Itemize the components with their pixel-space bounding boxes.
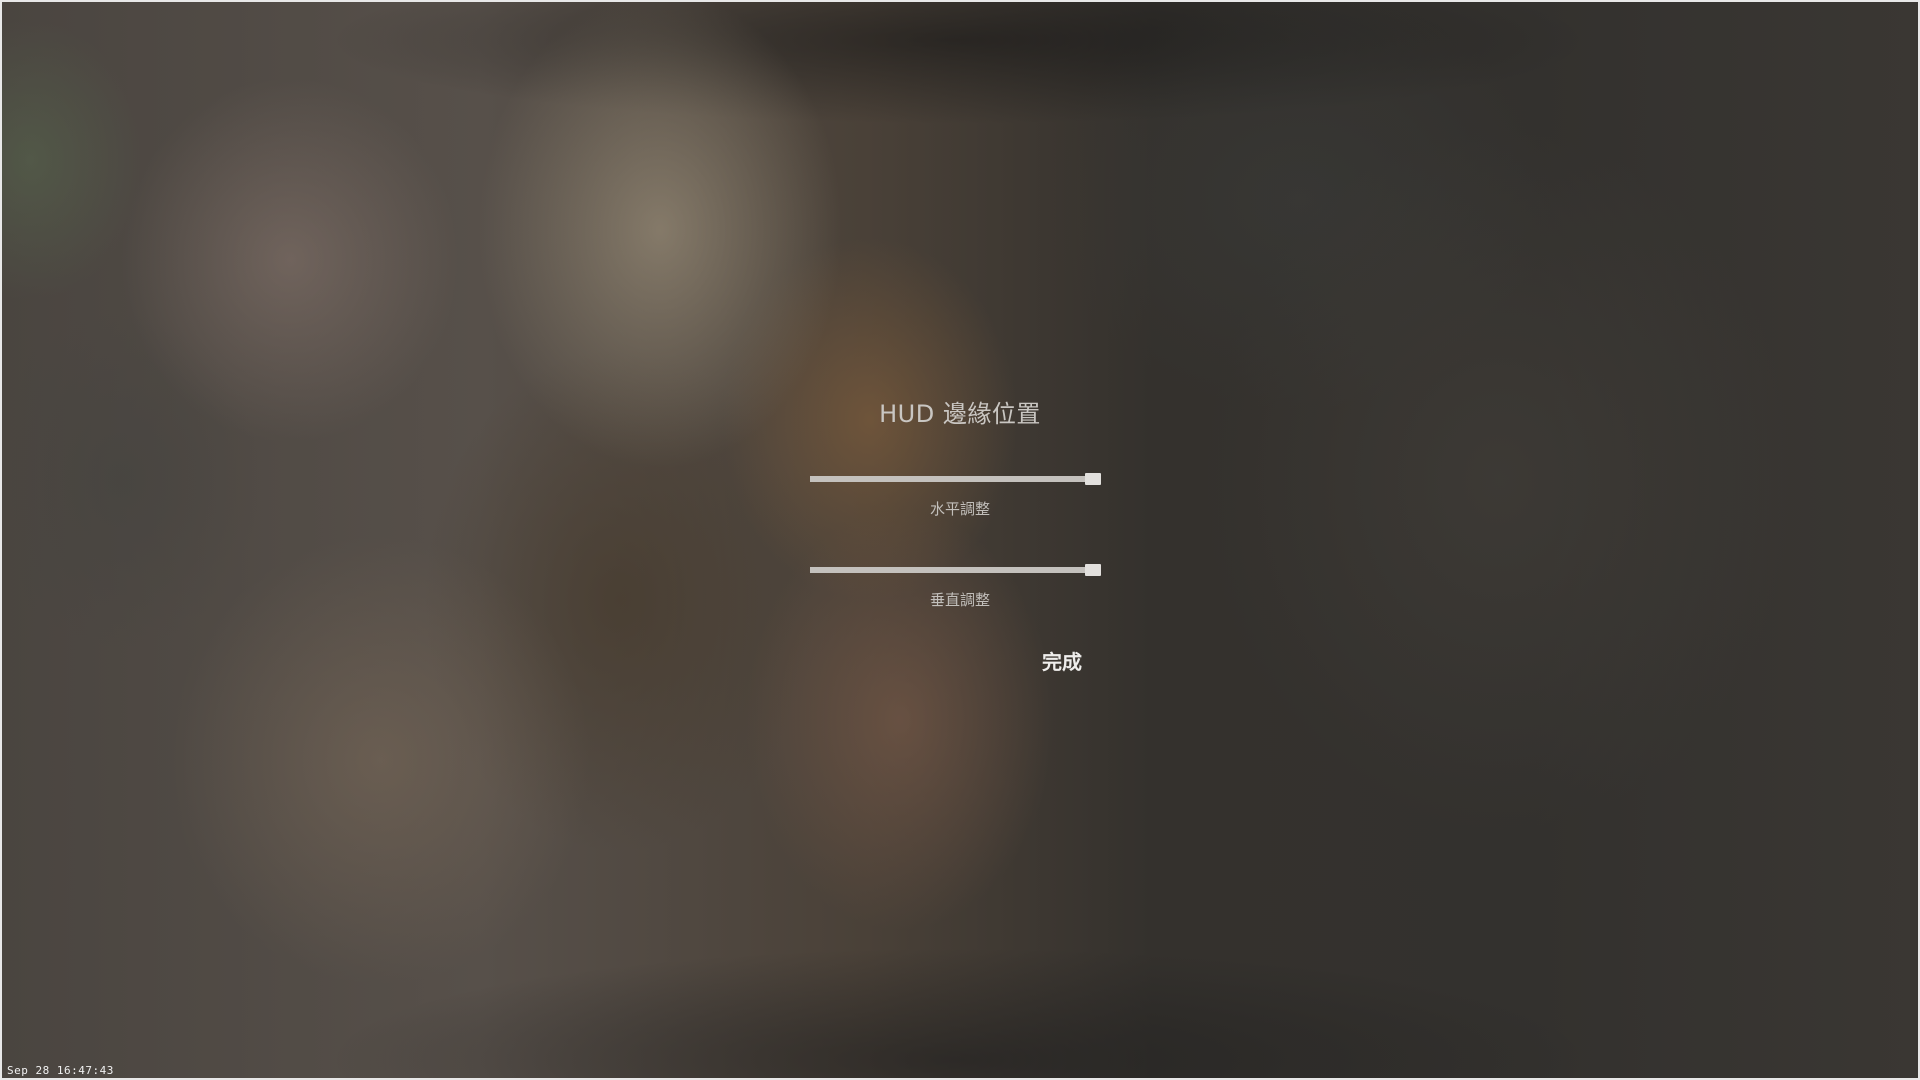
slider-fill [810, 567, 1093, 573]
slider-thumb[interactable] [1085, 564, 1101, 576]
vertical-adjust-label: 垂直調整 [929, 591, 990, 609]
vertical-adjust-slider[interactable] [810, 561, 1101, 579]
horizontal-adjust-label: 水平調整 [929, 500, 990, 518]
done-button[interactable]: 完成 [1042, 646, 1082, 675]
slider-fill [810, 476, 1093, 482]
slider-thumb[interactable] [1085, 473, 1101, 485]
horizontal-adjust-slider[interactable] [810, 470, 1101, 488]
game-screen: HUD 邊緣位置 水平調整 垂直調整 完成 Sep 28 16:47:43 [0, 0, 1920, 1080]
hud-edge-position-panel: HUD 邊緣位置 水平調整 垂直調整 完成 [790, 388, 1130, 688]
timestamp-overlay: Sep 28 16:47:43 [7, 1064, 114, 1077]
panel-title: HUD 邊緣位置 [879, 400, 1041, 428]
